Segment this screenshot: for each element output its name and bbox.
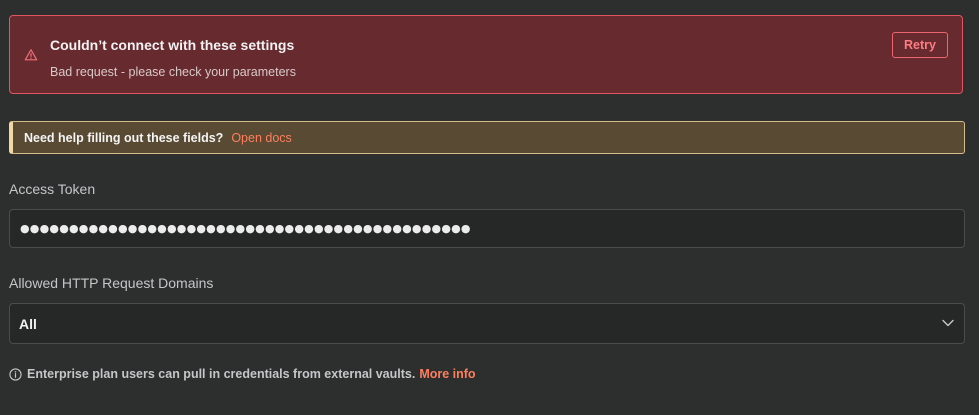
- access-token-value: ●●●●●●●●●●●●●●●●●●●●●●●●●●●●●●●●●●●●●●●●…: [20, 222, 471, 235]
- error-message: Bad request - please check your paramete…: [50, 65, 296, 79]
- warning-icon: [24, 49, 38, 61]
- help-text: Need help filling out these fields?: [24, 130, 224, 145]
- enterprise-note: Enterprise plan users can pull in creden…: [9, 367, 476, 381]
- chevron-down-icon: [942, 319, 954, 327]
- info-icon: [9, 367, 22, 381]
- access-token-label: Access Token: [9, 181, 96, 197]
- allowed-domains-select[interactable]: All: [9, 303, 965, 344]
- retry-button[interactable]: Retry: [892, 32, 948, 58]
- allowed-domains-value: All: [19, 315, 37, 332]
- access-token-input[interactable]: ●●●●●●●●●●●●●●●●●●●●●●●●●●●●●●●●●●●●●●●●…: [9, 209, 965, 248]
- error-banner: Couldn’t connect with these settings Bad…: [9, 15, 963, 94]
- more-info-link[interactable]: More info: [419, 367, 475, 381]
- open-docs-link[interactable]: Open docs: [231, 131, 291, 145]
- error-title: Couldn’t connect with these settings: [50, 37, 295, 53]
- credential-settings-panel: Couldn’t connect with these settings Bad…: [0, 0, 979, 415]
- help-notice: Need help filling out these fields? Open…: [9, 121, 965, 154]
- allowed-domains-label: Allowed HTTP Request Domains: [9, 275, 214, 291]
- enterprise-note-text: Enterprise plan users can pull in creden…: [27, 367, 416, 381]
